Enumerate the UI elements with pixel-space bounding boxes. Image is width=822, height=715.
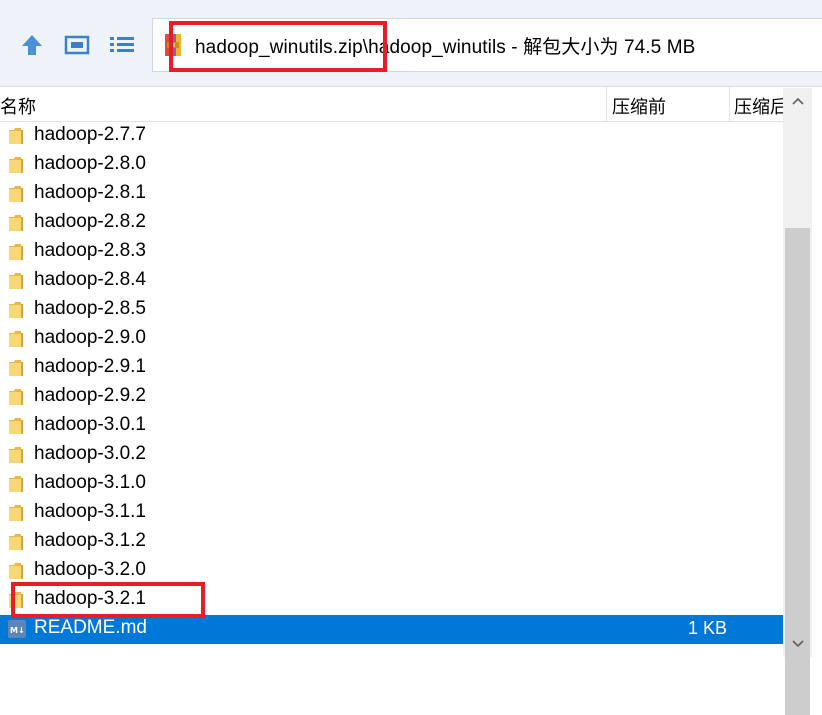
folder-icon: [8, 562, 24, 580]
folder-icon: [8, 156, 24, 174]
file-name: hadoop-3.0.2: [34, 443, 146, 464]
folder-row[interactable]: hadoop-2.9.2: [0, 383, 783, 412]
file-name: hadoop-2.9.0: [34, 327, 146, 348]
file-name: hadoop-3.1.1: [34, 501, 146, 522]
folder-row[interactable]: hadoop-2.7.7: [0, 122, 783, 151]
file-name: hadoop-2.9.1: [34, 356, 146, 377]
row-highlight-box: [11, 582, 205, 618]
right-edge: [812, 87, 822, 657]
folder-row[interactable]: hadoop-2.8.2: [0, 209, 783, 238]
file-name: hadoop-2.8.0: [34, 153, 146, 174]
file-name: hadoop-2.8.4: [34, 269, 146, 290]
list-header: 名称 压缩前 压缩后 e: [0, 87, 822, 122]
list-icon: [110, 37, 134, 52]
folder-row[interactable]: hadoop-3.1.2: [0, 528, 783, 557]
column-size-header[interactable]: 压缩前: [612, 93, 666, 119]
column-name-header[interactable]: 名称: [0, 93, 36, 119]
folder-icon: [8, 504, 24, 522]
file-row[interactable]: M↓ README.md 1 KB: [0, 615, 783, 644]
chevron-up-icon: [791, 97, 804, 105]
toolbar: hadoop_winutils.zip\hadoop_winutils - 解包…: [0, 0, 822, 87]
file-name: hadoop-2.8.5: [34, 298, 146, 319]
folder-icon: [8, 185, 24, 203]
list-view-button[interactable]: [105, 28, 139, 62]
folder-icon: [8, 446, 24, 464]
view-icon: [64, 35, 90, 55]
folder-row[interactable]: hadoop-2.8.4: [0, 267, 783, 296]
folder-row[interactable]: hadoop-2.8.5: [0, 296, 783, 325]
file-name: hadoop-2.9.2: [34, 385, 146, 406]
folder-row[interactable]: hadoop-2.8.3: [0, 238, 783, 267]
unpacked-size-info: - 解包大小为 74.5 MB: [505, 37, 696, 58]
file-name: hadoop-3.2.0: [34, 559, 146, 580]
folder-icon: [8, 417, 24, 435]
chevron-down-icon: [791, 640, 804, 648]
folder-row[interactable]: hadoop-3.0.2: [0, 441, 783, 470]
file-size: 1 KB: [687, 618, 727, 638]
arrow-up-icon: [22, 35, 42, 55]
file-name: hadoop-3.1.2: [34, 530, 146, 551]
file-name: hadoop-2.8.1: [34, 182, 146, 203]
vertical-scrollbar[interactable]: [783, 88, 812, 715]
folder-icon: [8, 475, 24, 493]
folder-row[interactable]: hadoop-2.9.1: [0, 354, 783, 383]
svg-text:M↓: M↓: [10, 626, 25, 635]
folder-row[interactable]: hadoop-3.0.1: [0, 412, 783, 441]
up-button[interactable]: [15, 28, 49, 62]
view-button[interactable]: [60, 28, 94, 62]
folder-row[interactable]: hadoop-2.9.0: [0, 325, 783, 354]
folder-row[interactable]: hadoop-3.1.1: [0, 499, 783, 528]
folder-row[interactable]: hadoop-2.8.0: [0, 151, 783, 180]
column-divider[interactable]: [606, 87, 607, 121]
folder-icon: [8, 359, 24, 377]
file-name: hadoop-3.0.1: [34, 414, 146, 435]
column-packed-size-header[interactable]: 压缩后: [734, 93, 788, 119]
folder-icon: [8, 214, 24, 232]
scroll-up-button[interactable]: [783, 88, 812, 114]
folder-icon: [8, 272, 24, 290]
file-list: hadoop-2.7.7 hadoop-2.8.0 hadoop-2.8.1 hado…: [0, 122, 783, 644]
folder-icon: [8, 243, 24, 261]
file-name: hadoop-3.1.0: [34, 472, 146, 493]
file-name: hadoop-2.8.2: [34, 211, 146, 232]
folder-icon: [8, 330, 24, 348]
folder-row[interactable]: hadoop-3.1.0: [0, 470, 783, 499]
file-name: hadoop-2.7.7: [34, 124, 146, 145]
folder-icon: [8, 301, 24, 319]
folder-row[interactable]: hadoop-2.8.1: [0, 180, 783, 209]
folder-icon: [8, 533, 24, 551]
file-name: README.md: [34, 617, 147, 638]
address-highlight-box: [169, 21, 387, 72]
markdown-file-icon: M↓: [8, 620, 26, 638]
folder-icon: [8, 388, 24, 406]
file-name: hadoop-2.8.3: [34, 240, 146, 261]
folder-icon: [8, 127, 24, 145]
column-divider[interactable]: [729, 87, 730, 121]
scroll-down-button[interactable]: [783, 631, 812, 657]
